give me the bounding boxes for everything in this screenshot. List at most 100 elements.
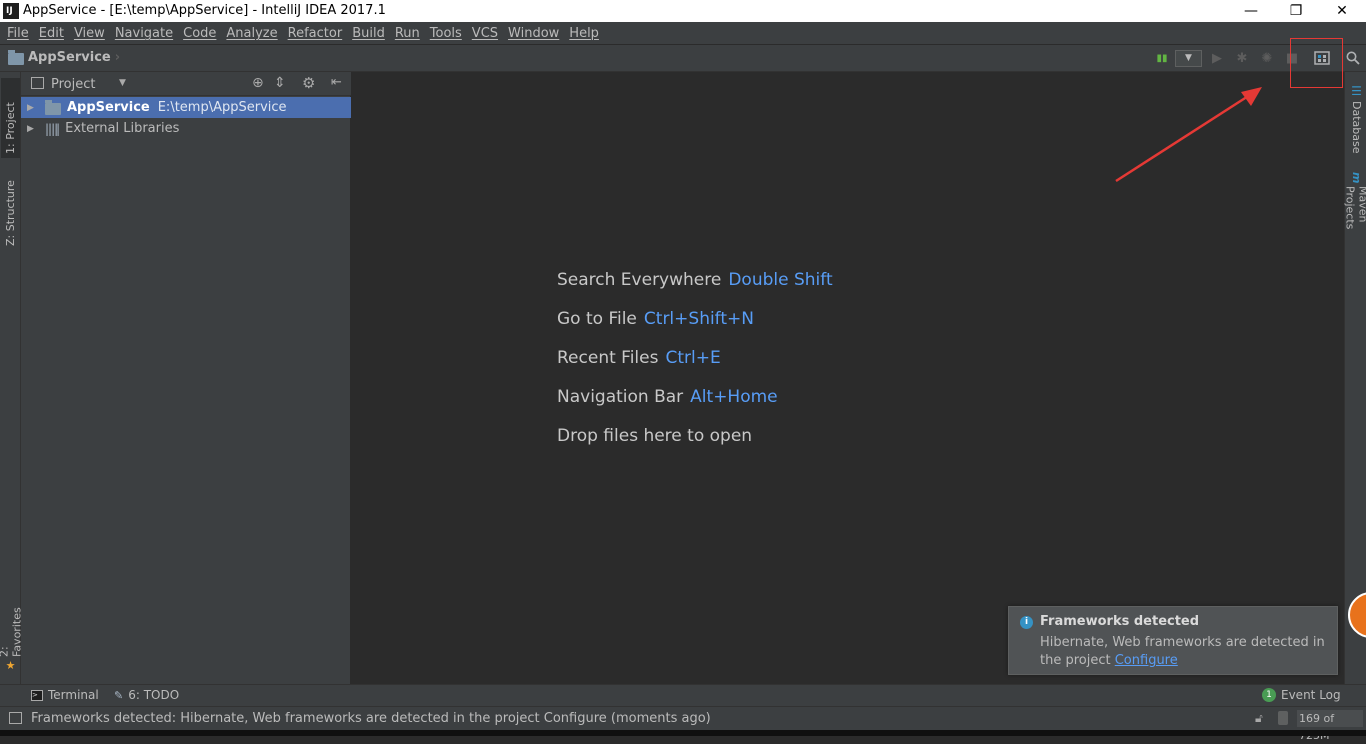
breadcrumb-chevron-icon: › [115,50,120,65]
minimize-button[interactable]: — [1228,0,1274,22]
project-folder-icon [8,53,24,65]
status-bar: Frameworks detected: Hibernate, Web fram… [0,706,1366,730]
database-icon: ☰ [1350,84,1364,98]
restore-button[interactable]: ❐ [1273,0,1319,22]
collapse-all-icon[interactable]: ⇕ [274,75,286,91]
taskbar-strip [0,730,1366,736]
notification-title: Frameworks detected [1040,614,1199,629]
debug-icon[interactable]: ✱ [1232,49,1252,67]
run-icon[interactable]: ▶ [1207,49,1227,67]
menu-run[interactable]: Run [391,26,426,41]
project-view-icon [31,77,44,89]
todo-icon: ✎ [114,689,123,702]
project-panel: Project ▼ ⊕ ⇕ ⚙ ⇤ ▶ AppService E:\temp\A… [21,72,351,684]
annotation-arrow [1110,80,1270,185]
hint-label: Drop files here to open [557,426,752,446]
terminal-icon: > [31,690,43,701]
status-message[interactable]: Frameworks detected: Hibernate, Web fram… [31,711,711,726]
tree-item-appservice[interactable]: ▶ AppService E:\temp\AppService [21,97,351,118]
tab-todo[interactable]: ✎ 6: TODO [114,688,179,702]
tab-database[interactable]: ☰ Database [1347,80,1366,160]
hint-drop-files: Drop files here to open [557,426,752,446]
breadcrumb-project[interactable]: AppService [28,50,111,65]
left-tool-stripe: 1: Project Z: Structure ★ 2: Favorites [0,72,21,684]
bottom-tool-bar: > Terminal ✎ 6: TODO 1 Event Log [0,684,1366,706]
menu-bar: File Edit View Navigate Code Analyze Ref… [0,22,1366,45]
tab-event-log-label: Event Log [1281,688,1341,702]
menu-navigate[interactable]: Navigate [111,26,179,41]
hint-navigation-bar: Navigation Bar Alt+Home [557,387,778,407]
menu-build[interactable]: Build [348,26,391,41]
search-icon[interactable] [1343,49,1363,67]
hint-shortcut: Double Shift [728,270,832,290]
hide-panel-icon[interactable]: ⇤ [331,75,342,90]
memory-indicator[interactable]: 169 of 725M [1297,710,1363,727]
tree-item-external-libraries[interactable]: ▶ |||‖ External Libraries [21,118,351,139]
run-config-dropdown-icon[interactable]: ▼ [1175,50,1202,67]
title-bar: IJ AppService - [E:\temp\AppService] - I… [0,0,1366,22]
tree-item-path: E:\temp\AppService [158,100,287,115]
hint-label: Search Everywhere [557,270,721,290]
tab-todo-label: 6: TODO [128,688,179,702]
chevron-down-icon[interactable]: ▼ [119,78,126,88]
menu-refactor[interactable]: Refactor [284,26,349,41]
library-icon: |||‖ [45,122,59,136]
event-count-badge: 1 [1262,688,1276,702]
notification-body: Hibernate, Web frameworks are detected i… [1040,634,1330,670]
expand-arrow-icon[interactable]: ▶ [27,124,37,134]
hint-search-everywhere: Search Everywhere Double Shift [557,270,833,290]
tab-structure-label: Z: Structure [4,180,17,246]
hint-label: Recent Files [557,348,658,368]
tab-favorites-label: 2: Favorites [0,594,24,657]
tab-project[interactable]: 1: Project [1,78,20,158]
menu-view[interactable]: View [70,26,111,41]
tool-windows-toggle-icon[interactable] [9,712,22,724]
intellij-logo-icon: IJ [3,3,19,19]
info-icon: i [1020,616,1033,629]
hint-shortcut: Alt+Home [690,387,777,407]
hint-shortcut: Ctrl+E [665,348,720,368]
locate-icon[interactable]: ⊕ [252,75,264,91]
build-icon[interactable]: ▮▮ [1152,49,1172,67]
breadcrumb[interactable]: AppService › [8,50,120,65]
notification-text: Hibernate, Web frameworks are detected i… [1040,635,1325,668]
inspector-icon[interactable] [1278,711,1288,725]
hint-label: Navigation Bar [557,387,683,407]
tree-item-name: External Libraries [65,121,179,136]
hint-label: Go to File [557,309,637,329]
hint-recent-files: Recent Files Ctrl+E [557,348,721,368]
configure-link[interactable]: Configure [1115,653,1178,668]
menu-file[interactable]: File [3,26,35,41]
star-icon: ★ [4,659,17,672]
menu-window[interactable]: Window [504,26,565,41]
tab-terminal[interactable]: > Terminal [31,688,99,702]
annotation-highlight-box [1290,38,1343,88]
menu-analyze[interactable]: Analyze [222,26,283,41]
tab-maven-label: Maven Projects [1344,186,1366,268]
tab-maven-projects[interactable]: m Maven Projects [1347,168,1366,272]
menu-tools[interactable]: Tools [426,26,468,41]
project-view-selector[interactable]: Project [51,77,95,92]
project-panel-header: Project ▼ ⊕ ⇕ ⚙ ⇤ [21,72,351,96]
window-title: AppService - [E:\temp\AppService] - Inte… [23,3,386,18]
hint-go-to-file: Go to File Ctrl+Shift+N [557,309,754,329]
menu-help[interactable]: Help [565,26,605,41]
tab-event-log[interactable]: 1 Event Log [1262,688,1341,702]
hint-shortcut: Ctrl+Shift+N [644,309,754,329]
close-button[interactable]: ✕ [1319,0,1365,22]
expand-arrow-icon[interactable]: ▶ [27,103,37,113]
coverage-icon[interactable]: ✺ [1257,49,1277,67]
menu-edit[interactable]: Edit [35,26,70,41]
menu-code[interactable]: Code [179,26,222,41]
frameworks-notification: i Frameworks detected Hibernate, Web fra… [1008,606,1338,675]
gear-icon[interactable]: ⚙ [302,74,315,92]
tab-structure[interactable]: Z: Structure [1,164,20,250]
module-folder-icon [45,103,61,115]
maven-icon: m [1350,172,1363,183]
tab-favorites[interactable]: ★ 2: Favorites [1,590,20,678]
menu-vcs[interactable]: VCS [468,26,504,41]
lock-icon[interactable]: 🔓︎ [1255,711,1263,726]
navigation-bar: AppService › ▮▮ ▼ ▶ ✱ ✺ ■ [0,45,1366,72]
tab-terminal-label: Terminal [48,688,99,702]
tab-project-label: 1: Project [4,102,17,154]
